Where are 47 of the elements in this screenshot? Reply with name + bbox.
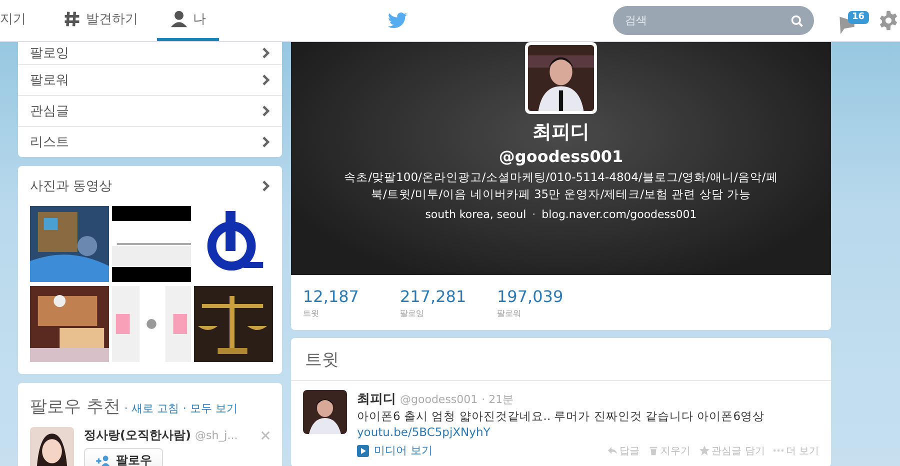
profile-handle: @goodess001 (498, 147, 624, 166)
stat-value[interactable]: 217,281 (400, 286, 499, 306)
tweet-text: 아이폰6 출시 엄청 얇아진것같네요.. 루머가 진짜인것 같습니다 아이폰6영상 (357, 409, 766, 424)
hashtag-icon (63, 10, 81, 28)
chevron-icon (262, 180, 270, 192)
profile-bio: 속초/맞팔100/온라인광고/소셜마케팅/010-5114-4804/블로그/영화/애니/음악/페북/트윗/미투/이음 네이버카페 35만 운영자/제테크/보험 관련 상담 가능 (343, 169, 779, 203)
stat-value[interactable]: 12,187 (303, 286, 402, 306)
separator-dot: · (532, 208, 536, 221)
timeline-title: 트윗 (291, 338, 831, 381)
suggestions-link[interactable]: · 모두 보기 (182, 401, 238, 416)
add-person-icon (95, 454, 111, 466)
stat-label[interactable]: 팔로잉 (400, 308, 499, 318)
chevron-icon (262, 105, 270, 117)
suggestions-title: 팔로우 추천 (30, 396, 120, 418)
suggestions-link[interactable]: · 새로 고침 (124, 401, 179, 416)
play-icon (357, 444, 369, 456)
tweet-time[interactable]: · 21분 (482, 392, 514, 407)
notification-count: 16 (848, 10, 869, 24)
person-icon (170, 10, 188, 28)
chevron-icon (262, 47, 270, 59)
star-icon (698, 445, 710, 456)
reply-icon (606, 445, 618, 456)
nav-tab[interactable]: 발견하기 (63, 0, 157, 41)
tweet-handle: @goodess001 (400, 393, 478, 406)
menu-item[interactable]: 팔로워 (18, 64, 282, 95)
view-media-link[interactable]: 미디어 보기 (357, 443, 432, 458)
trash-icon (648, 445, 659, 456)
stat-label[interactable]: 팔로워 (497, 308, 596, 318)
menu-item[interactable]: 리스트 (18, 126, 282, 157)
profile-name: 최피디 (532, 120, 590, 145)
stat-label[interactable]: 트윗 (303, 308, 402, 318)
tweet-author[interactable]: 최피디 (357, 390, 396, 408)
settings-icon[interactable] (878, 10, 899, 31)
media-title[interactable]: 사진과 동영상 (30, 177, 112, 195)
profile-location: south korea, seoul (425, 208, 526, 221)
menu-item[interactable]: 관심글 (18, 95, 282, 126)
stat-value[interactable]: 197,039 (497, 286, 596, 306)
user-handle: @sh_j... (194, 429, 238, 442)
nav-tab[interactable]: 지기 (0, 0, 45, 41)
chevron-icon (262, 136, 270, 148)
chevron-icon (262, 74, 270, 86)
follow-button[interactable]: 팔로우 (84, 448, 163, 466)
tweet-link[interactable]: youtu.be/5BC5pjXNyhY (357, 425, 819, 439)
search-field[interactable]: 검색 (613, 6, 814, 35)
profile-link[interactable]: blog.naver.com/goodess001 (542, 208, 697, 221)
menu-item[interactable]: 팔로잉 (18, 42, 282, 64)
user-name[interactable]: 정사랑(오직한사람) (84, 427, 191, 444)
